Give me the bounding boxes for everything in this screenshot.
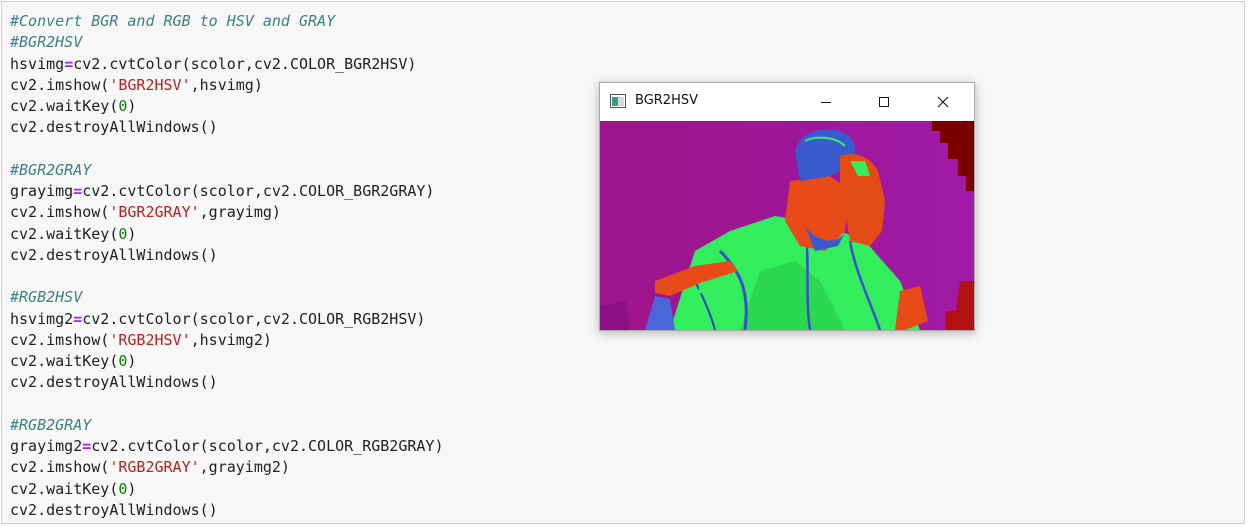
code-line: cv2.waitKey(0) (10, 96, 443, 117)
code-token: cv2.cvtColor(scolor,cv2.COLOR_BGR2HSV) (73, 54, 417, 73)
code-token: ) (127, 224, 137, 243)
hsv-image (600, 121, 974, 330)
code-line: cv2.imshow('RGB2HSV',hsvimg2) (10, 330, 443, 351)
code-token-str: 'BGR2HSV' (109, 75, 191, 94)
code-line: #Convert BGR and RGB to HSV and GRAY (10, 11, 443, 32)
code-line: cv2.destroyAllWindows() (10, 245, 443, 266)
code-line: #RGB2HSV (10, 287, 443, 308)
code-token-str: 'BGR2GRAY' (109, 203, 200, 222)
code-token: ) (127, 97, 137, 115)
image-display (600, 121, 974, 330)
code-line: hsvimg2=cv2.cvtColor(scolor,cv2.COLOR_RG… (10, 309, 443, 330)
close-button[interactable] (920, 83, 966, 121)
code-line: grayimg2=cv2.cvtColor(scolor,cv2.COLOR_R… (10, 436, 443, 457)
code-line: hsvimg=cv2.cvtColor(scolor,cv2.COLOR_BGR… (10, 54, 443, 75)
code-line: #RGB2GRAY (10, 415, 443, 436)
code-line: cv2.destroyAllWindows() (10, 117, 443, 138)
code-line: cv2.waitKey(0) (10, 351, 443, 372)
code-line: cv2.destroyAllWindows() (10, 500, 443, 521)
code-token: cv2.imshow( (10, 330, 110, 349)
code-line: cv2.destroyAllWindows() (10, 372, 443, 393)
code-token-comment: #RGB2GRAY (10, 415, 92, 434)
code-line: #BGR2GRAY (10, 160, 443, 181)
code-token: cv2.imshow( (10, 75, 110, 94)
minimize-icon (821, 102, 831, 103)
code-token-op: = (82, 437, 92, 455)
code-token-op: = (64, 54, 74, 73)
app-window-icon (610, 94, 626, 108)
code-line: cv2.waitKey(0) (10, 224, 443, 245)
code-token: ,grayimg2) (199, 458, 290, 477)
code-token: grayimg2 (10, 437, 83, 455)
code-token-str: 'RGB2HSV' (109, 330, 191, 349)
code-token: ,grayimg) (199, 203, 281, 222)
window-titlebar[interactable]: BGR2HSV (600, 83, 974, 121)
code-token: cv2.cvtColor(scolor,cv2.COLOR_BGR2GRAY) (82, 182, 435, 200)
code-token: ,hsvimg2) (190, 330, 272, 349)
code-token: grayimg (10, 182, 74, 200)
code-token-comment: #BGR2GRAY (10, 160, 92, 179)
code-line: cv2.imshow('BGR2HSV',hsvimg) (10, 75, 443, 96)
maximize-icon (879, 97, 889, 107)
maximize-button[interactable] (861, 83, 907, 121)
code-token: cv2.imshow( (10, 203, 110, 222)
code-token: cv2.waitKey( (10, 352, 119, 370)
code-token: cv2.imshow( (10, 458, 110, 477)
code-line: cv2.imshow('BGR2GRAY',grayimg) (10, 202, 443, 223)
window-title: BGR2HSV (635, 93, 698, 108)
code-token: cv2.waitKey( (10, 97, 119, 115)
code-token: cv2.cvtColor(scolor,cv2.COLOR_RGB2HSV) (82, 309, 426, 328)
code-token-op: = (73, 182, 83, 200)
code-token: hsvimg (10, 54, 65, 73)
code-line: grayimg=cv2.cvtColor(scolor,cv2.COLOR_BG… (10, 181, 443, 202)
code-token: cv2.destroyAllWindows() (10, 500, 218, 519)
code-editor[interactable]: #Convert BGR and RGB to HSV and GRAY #BGR… (10, 11, 443, 521)
close-icon (937, 96, 949, 108)
code-line: cv2.waitKey(0) (10, 479, 443, 500)
code-token-comment: #Convert BGR and RGB to HSV and GRAY (10, 12, 336, 30)
code-line: cv2.imshow('RGB2GRAY',grayimg2) (10, 457, 443, 478)
code-token: cv2.destroyAllWindows() (10, 373, 218, 392)
code-token: ,hsvimg) (190, 75, 263, 94)
code-token: ) (127, 352, 137, 370)
code-token-str: 'RGB2GRAY' (109, 458, 200, 477)
code-token: cv2.destroyAllWindows() (10, 245, 218, 264)
code-token: cv2.waitKey( (10, 479, 119, 498)
code-line: #BGR2HSV (10, 32, 443, 53)
code-token: cv2.waitKey( (10, 224, 119, 243)
code-token: ) (127, 479, 137, 498)
code-token-comment: #BGR2HSV (10, 33, 83, 52)
minimize-button[interactable] (803, 83, 849, 121)
code-token: cv2.destroyAllWindows() (10, 118, 218, 137)
code-token: hsvimg2 (10, 309, 74, 328)
code-token: cv2.cvtColor(scolor,cv2.COLOR_RGB2GRAY) (91, 437, 444, 455)
code-token-op: = (73, 309, 83, 328)
opencv-window[interactable]: BGR2HSV (599, 82, 975, 331)
code-token-comment: #RGB2HSV (10, 288, 83, 307)
